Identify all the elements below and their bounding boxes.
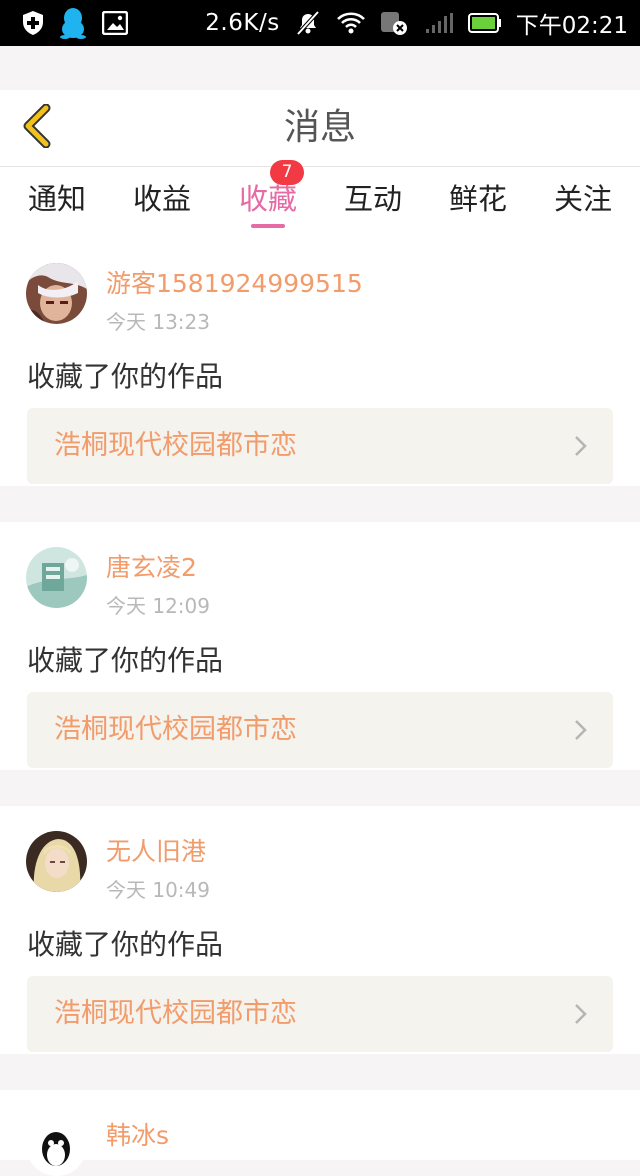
wifi-icon — [336, 11, 366, 35]
username[interactable]: 唐玄凌2 — [106, 548, 197, 584]
data-off-icon — [380, 10, 410, 36]
tab-label: 收藏 — [238, 182, 297, 216]
signal-icon — [424, 12, 454, 34]
timestamp: 今天 12:09 — [106, 594, 210, 618]
timestamp: 今天 13:23 — [106, 310, 210, 334]
action-text: 收藏了你的作品 — [27, 928, 224, 961]
avatar[interactable] — [26, 263, 87, 324]
tab-label: 收益 — [132, 182, 191, 216]
status-bar: 2.6K/s 下午02:21 — [0, 0, 640, 46]
chevron-right-icon — [573, 435, 587, 457]
qq-penguin-icon — [60, 7, 86, 39]
clock: 下午02:21 — [515, 13, 628, 39]
work-link[interactable]: 浩桐现代校园都市恋 — [27, 976, 613, 1052]
header-spacer — [0, 46, 640, 90]
app-header: 消息 — [0, 90, 640, 167]
tab-flowers[interactable]: 鲜花 — [428, 167, 528, 238]
tab-follows[interactable]: 关注 — [533, 167, 633, 238]
unread-count-badge: 7 — [270, 160, 304, 185]
message-card: 游客1581924999515 今天 13:23 收藏了你的作品 浩桐现代校园都… — [0, 238, 640, 486]
tab-label: 关注 — [553, 182, 612, 216]
username[interactable]: 无人旧港 — [106, 832, 206, 868]
work-link[interactable]: 浩桐现代校园都市恋 — [27, 408, 613, 484]
message-list: 游客1581924999515 今天 13:23 收藏了你的作品 浩桐现代校园都… — [0, 238, 640, 1176]
tab-label: 鲜花 — [448, 182, 507, 216]
username[interactable]: 游客1581924999515 — [106, 264, 363, 300]
shield-plus-icon — [22, 10, 44, 36]
chevron-right-icon — [573, 719, 587, 741]
tab-favorites[interactable]: 收藏 7 — [218, 160, 318, 238]
active-tab-indicator — [251, 224, 285, 228]
message-card: 无人旧港 今天 10:49 收藏了你的作品 浩桐现代校园都市恋 — [0, 806, 640, 1054]
tab-label: 通知 — [27, 182, 86, 216]
message-card: 韩冰s — [0, 1090, 640, 1176]
chevron-right-icon — [573, 1003, 587, 1025]
avatar[interactable] — [26, 1115, 87, 1176]
mute-icon — [294, 10, 322, 36]
timestamp: 今天 10:49 — [106, 878, 210, 902]
message-card: 唐玄凌2 今天 12:09 收藏了你的作品 浩桐现代校园都市恋 — [0, 522, 640, 770]
action-text: 收藏了你的作品 — [27, 644, 224, 677]
tab-interactions[interactable]: 互动 — [323, 167, 423, 238]
work-title: 浩桐现代校园都市恋 — [54, 430, 297, 461]
battery-icon — [467, 13, 502, 33]
page-title: 消息 — [283, 107, 356, 148]
work-link[interactable]: 浩桐现代校园都市恋 — [27, 692, 613, 768]
tab-label: 互动 — [343, 182, 402, 216]
tab-notifications[interactable]: 通知 — [7, 167, 107, 238]
avatar[interactable] — [26, 547, 87, 608]
tab-earnings[interactable]: 收益 — [112, 167, 212, 238]
network-speed: 2.6K/s — [205, 10, 280, 36]
tab-bar: 通知 收益 收藏 7 互动 鲜花 关注 — [0, 160, 640, 238]
image-icon — [102, 11, 128, 35]
work-title: 浩桐现代校园都市恋 — [54, 998, 297, 1029]
username[interactable]: 韩冰s — [106, 1116, 169, 1152]
avatar[interactable] — [26, 831, 87, 892]
work-title: 浩桐现代校园都市恋 — [54, 714, 297, 745]
action-text: 收藏了你的作品 — [27, 360, 224, 393]
